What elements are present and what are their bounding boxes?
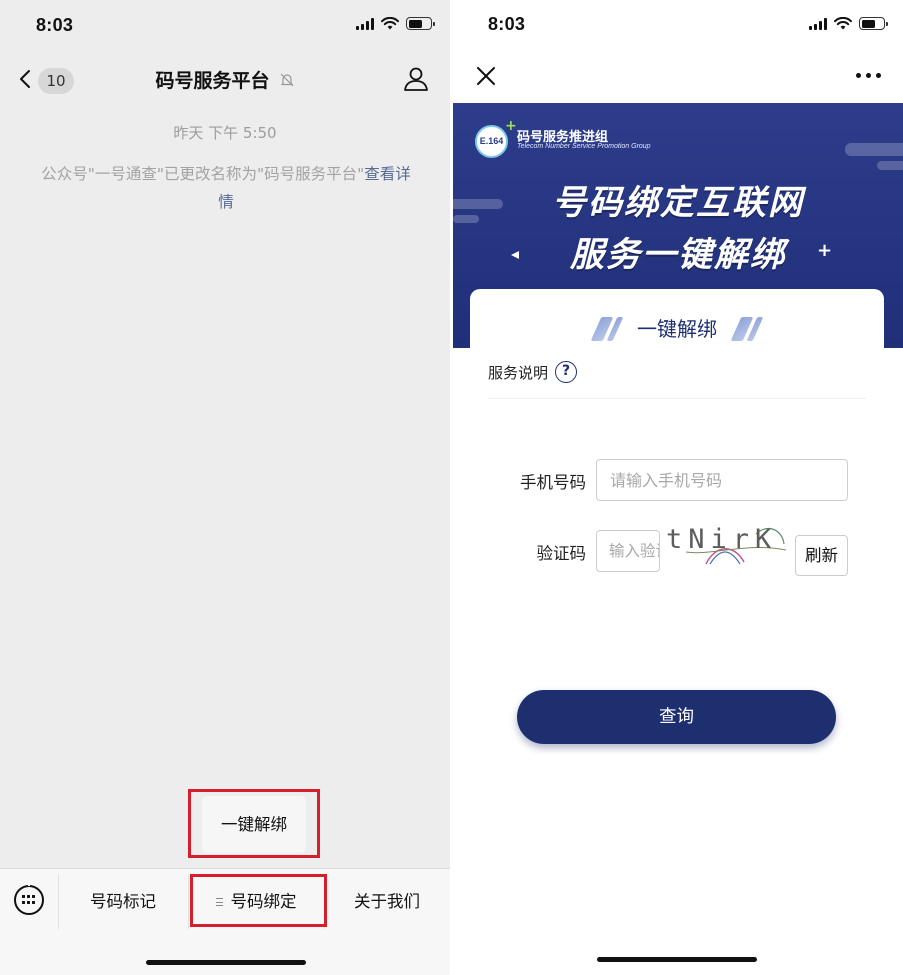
status-time: 8:03 <box>36 15 74 35</box>
wifi-icon <box>381 17 399 30</box>
signal-icon <box>809 17 827 30</box>
triangle-icon <box>511 251 519 259</box>
wechat-chat-screen: 8:03 10 码号服务平台 昨天 下午 5:50 公众号"一号通查"已更改名称… <box>0 0 450 975</box>
banner-deco <box>877 161 903 170</box>
chat-timestamp: 昨天 下午 5:50 <box>173 124 277 142</box>
phone-number-input[interactable] <box>596 459 848 501</box>
captcha-text: tNirK <box>666 524 778 555</box>
keyboard-icon[interactable] <box>14 881 44 915</box>
status-time: 8:03 <box>488 14 526 34</box>
chat-nav-bar: 10 码号服务平台 <box>0 56 450 102</box>
more-icon[interactable] <box>856 73 881 78</box>
help-icon[interactable]: ? <box>555 361 578 383</box>
verification-code-input[interactable] <box>596 530 660 572</box>
card-header: 一键解绑 <box>470 313 884 342</box>
wifi-icon <box>834 17 852 30</box>
refresh-captcha-button[interactable]: 刷新 <box>795 535 848 576</box>
close-icon[interactable] <box>475 65 497 87</box>
plus-icon: + <box>817 240 833 261</box>
banner-headline-1: 号码绑定互联网 <box>552 183 804 223</box>
query-button[interactable]: 查询 <box>517 690 836 744</box>
chat-title-wrap: 码号服务平台 <box>0 66 450 93</box>
unbind-webview-screen: 8:03 E.164 + 码号服务推进组 Telecom Number Serv… <box>453 0 903 975</box>
phone-label: 手机号码 <box>520 473 586 492</box>
notice-text: 公众号"一号通查"已更改名称为"码号服务平台" <box>41 165 365 183</box>
banner-headline-2: 服务一键解绑 <box>570 235 786 275</box>
profile-icon[interactable] <box>402 65 430 93</box>
chat-title: 码号服务平台 <box>155 70 270 92</box>
unbind-card: 一键解绑 服务说明 ? 手机号码 验证码 tNirK 刷新 查询 <box>470 289 884 769</box>
service-description-row[interactable]: 服务说明 ? <box>488 361 578 383</box>
mute-bell-icon <box>280 73 293 87</box>
e164-logo: E.164 <box>475 125 508 158</box>
org-english-name: Telecom Number Service Promotion Group <box>517 143 651 150</box>
signal-icon <box>356 17 374 30</box>
menu-item-about-us[interactable]: 关于我们 <box>324 869 450 935</box>
battery-icon <box>859 17 888 30</box>
card-title: 一键解绑 <box>637 317 717 341</box>
logo-plus-icon: + <box>505 118 517 134</box>
menu-item-number-mark[interactable]: 号码标记 <box>58 869 188 935</box>
system-notice: 公众号"一号通查"已更改名称为"码号服务平台"查看详情 <box>36 160 416 216</box>
verification-code-label: 验证码 <box>536 544 587 563</box>
home-indicator <box>597 957 757 962</box>
battery-icon <box>406 17 435 30</box>
banner-deco <box>845 143 903 156</box>
status-icons <box>809 17 888 30</box>
status-bar: 8:03 <box>453 0 903 50</box>
status-bar: 8:03 <box>0 0 450 50</box>
submenu-item-unbind[interactable]: 一键解绑 <box>202 796 306 853</box>
service-description-label: 服务说明 <box>488 363 549 382</box>
captcha-image[interactable]: tNirK <box>666 522 788 568</box>
menu-highlight-box <box>190 874 327 927</box>
divider-line <box>488 398 866 399</box>
status-icons <box>356 17 435 30</box>
home-indicator <box>146 960 306 965</box>
